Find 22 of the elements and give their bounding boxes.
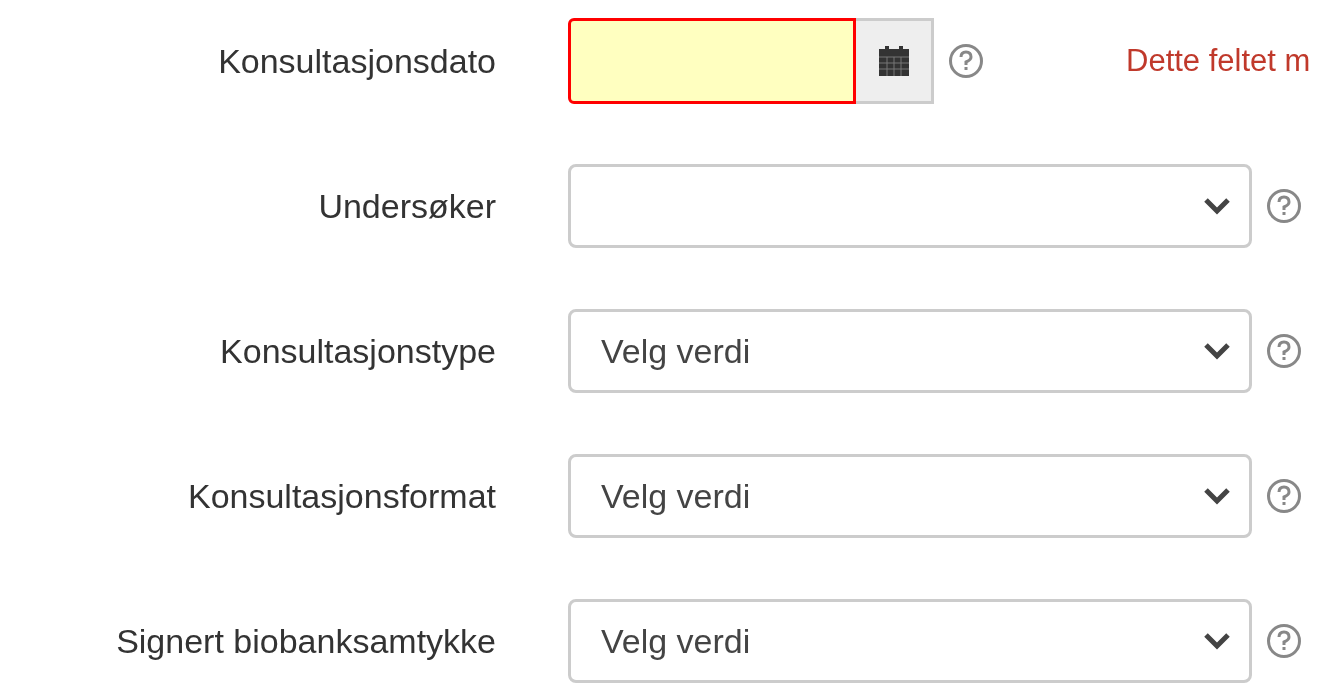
error-message: Dette feltet m <box>1126 41 1311 80</box>
calendar-button[interactable] <box>856 18 934 104</box>
chevron-down-icon <box>1203 632 1231 650</box>
help-icon[interactable] <box>1266 333 1302 369</box>
field-label: Konsultasjonsformat <box>187 475 496 517</box>
select-field[interactable] <box>568 164 1252 248</box>
help-icon[interactable] <box>1266 623 1302 659</box>
help-icon[interactable] <box>1266 188 1302 224</box>
select-field[interactable]: Velg verdi <box>568 454 1252 538</box>
help-icon[interactable] <box>948 43 984 79</box>
field-label: Konsultasjonsdato <box>218 40 496 82</box>
chevron-down-icon <box>1203 342 1231 360</box>
chevron-down-icon <box>1203 197 1231 215</box>
field-label: Undersøker <box>318 185 496 227</box>
date-input-field[interactable] <box>568 18 856 104</box>
field-label: Konsultasjonstype <box>220 330 496 372</box>
chevron-down-icon <box>1203 487 1231 505</box>
help-icon[interactable] <box>1266 478 1302 514</box>
select-field[interactable]: Velg verdi <box>568 309 1252 393</box>
field-label: Signert biobanksamtykke <box>116 620 496 662</box>
select-field[interactable]: Velg verdi <box>568 599 1252 683</box>
calendar-icon <box>877 45 910 77</box>
